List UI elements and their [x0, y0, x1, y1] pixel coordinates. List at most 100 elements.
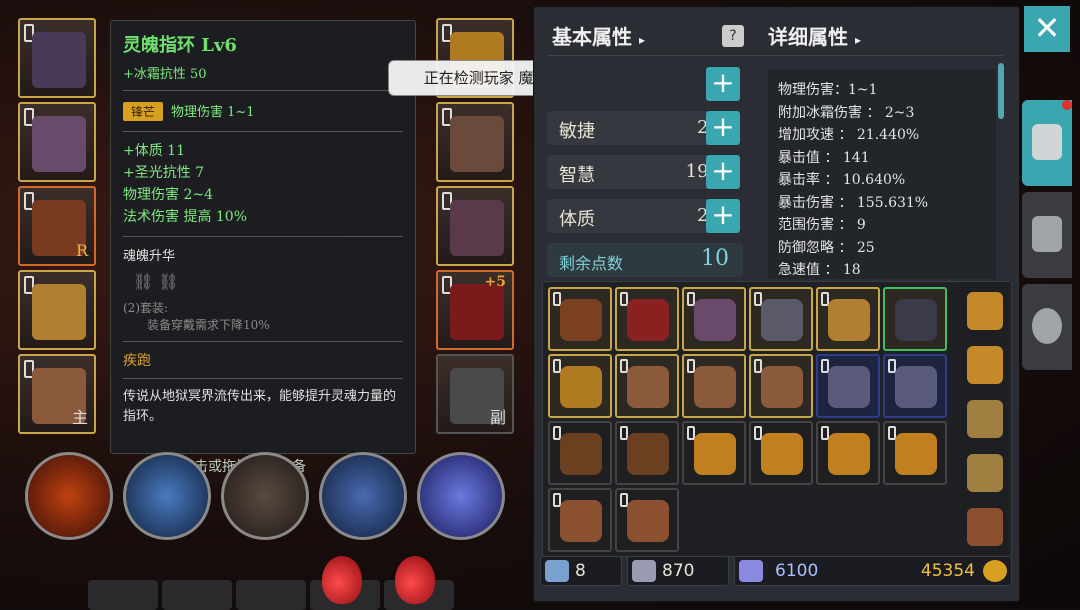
- crystal-icon: [739, 560, 763, 582]
- inventory-grid: [542, 281, 1012, 557]
- quickbar-slot[interactable]: [236, 580, 306, 610]
- item-description: 传说从地狱冥界流传出来，能够提升灵魂力量的指环。: [123, 389, 397, 424]
- pouch-icon: [627, 500, 669, 542]
- skill-lightning-icon[interactable]: [123, 452, 211, 540]
- inventory-slot[interactable]: [548, 287, 612, 351]
- off-hand-tag: 副: [489, 408, 506, 427]
- inventory-slot[interactable]: [749, 287, 813, 351]
- gloves-icon: [450, 116, 504, 172]
- skill-dash-icon[interactable]: [221, 452, 309, 540]
- axe-icon: [895, 366, 937, 408]
- close-button[interactable]: ✕: [1024, 6, 1070, 52]
- weapon-off-slot[interactable]: 副: [436, 354, 514, 434]
- bag-tab[interactable]: [961, 286, 1009, 336]
- staff-icon: [761, 366, 803, 408]
- attribute-panel: 基本属性 ▸ ? 详细属性 ▸ + 敏捷28 + 智慧194 + 体质29 + …: [533, 6, 1020, 602]
- ring-icon: [32, 284, 86, 340]
- affix-tag: 锋芒: [123, 102, 164, 121]
- ring2-slot[interactable]: +5: [436, 270, 514, 350]
- inventory-slot[interactable]: [816, 287, 880, 351]
- ruby-ring-icon: [450, 284, 504, 340]
- inventory-slot[interactable]: [682, 354, 746, 418]
- quickbar-slot[interactable]: [88, 580, 158, 610]
- attribute-line: 法术伤害 提高 10%: [123, 209, 248, 225]
- helmet-icon: [1032, 124, 1062, 160]
- main-hand-tag: 主: [71, 408, 88, 427]
- spear-icon: [627, 433, 669, 475]
- skill-fireball-icon[interactable]: [25, 452, 113, 540]
- helmet-icon: [761, 299, 803, 341]
- inventory-slot[interactable]: [883, 421, 947, 485]
- skill-shield-icon[interactable]: [319, 452, 407, 540]
- bag-tab[interactable]: [961, 340, 1009, 390]
- weapon-main-slot[interactable]: 主: [18, 354, 96, 434]
- pouch-icon: [560, 500, 602, 542]
- affix-attribute: 物理伤害 1~1: [171, 105, 255, 120]
- inventory-slot[interactable]: [615, 354, 679, 418]
- inventory-slot[interactable]: [548, 421, 612, 485]
- add-agility-button[interactable]: +: [706, 111, 740, 145]
- chest-armor-icon: [32, 116, 86, 172]
- currency-counter: 6100 45354: [734, 556, 1012, 586]
- glove-sword-icon: [1032, 216, 1062, 252]
- bag-icon: [761, 433, 803, 475]
- add-constitution-button[interactable]: +: [706, 199, 740, 233]
- stat-wisdom: 智慧 194: [547, 155, 732, 189]
- add-point-button[interactable]: +: [706, 67, 740, 101]
- inventory-slot[interactable]: [816, 354, 880, 418]
- armor-slot[interactable]: R: [18, 186, 96, 266]
- inventory-slot[interactable]: [548, 488, 612, 552]
- bag-tab[interactable]: [961, 502, 1009, 552]
- tab-skills[interactable]: [1022, 192, 1072, 278]
- set-requirement: (2)套装:: [123, 301, 169, 315]
- helmet-icon: [895, 299, 937, 341]
- set-description: 装备穿戴需求下降10%: [147, 318, 270, 332]
- inventory-slot[interactable]: [749, 354, 813, 418]
- inventory-slot[interactable]: [883, 287, 947, 351]
- health-potion-icon[interactable]: [322, 556, 362, 604]
- inventory-slot[interactable]: [816, 421, 880, 485]
- main-attribute: +冰霜抗性 50: [123, 67, 207, 82]
- inventory-slot[interactable]: [682, 287, 746, 351]
- inventory-slot[interactable]: [883, 354, 947, 418]
- remaining-points: 剩余点数 10: [547, 243, 743, 277]
- item-skill: 疾跑: [123, 353, 151, 369]
- tab-settings[interactable]: [1022, 284, 1072, 370]
- attribute-line: 物理伤害 2~4: [123, 187, 213, 203]
- divider: [123, 378, 403, 379]
- divider: [547, 55, 1003, 56]
- item-name: 灵魄指环: [123, 35, 195, 56]
- gloves-slot[interactable]: [436, 102, 514, 182]
- helmet-icon: [32, 32, 86, 88]
- chest-slot[interactable]: [18, 102, 96, 182]
- gear-icon: [1032, 308, 1062, 344]
- ring-icon: [828, 299, 870, 341]
- inventory-slot[interactable]: [682, 421, 746, 485]
- boots-slot[interactable]: [436, 186, 514, 266]
- helmet-slot[interactable]: [18, 18, 96, 98]
- detail-attributes-title[interactable]: 详细属性 ▸: [768, 21, 861, 50]
- staff-icon: [694, 366, 736, 408]
- quickbar-slot[interactable]: [162, 580, 232, 610]
- health-potion-icon[interactable]: [395, 556, 435, 604]
- basic-attributes-title[interactable]: 基本属性 ▸: [552, 21, 645, 50]
- help-icon[interactable]: ?: [722, 25, 744, 47]
- armor-icon: [560, 299, 602, 341]
- inventory-slot[interactable]: [615, 488, 679, 552]
- notification-dot: [1062, 100, 1072, 110]
- divider: [123, 90, 403, 91]
- staff-icon: [627, 366, 669, 408]
- tab-equipment[interactable]: [1022, 100, 1072, 186]
- inventory-slot[interactable]: [615, 287, 679, 351]
- ring-slot[interactable]: [18, 270, 96, 350]
- backpack-icon: [967, 292, 1003, 330]
- bag-tab[interactable]: [961, 394, 1009, 444]
- inventory-slot[interactable]: [749, 421, 813, 485]
- detail-stats-list: 物理伤害：1~1 附加冰霜伤害 ： 2~3 增加攻速 ： 21.440% 暴击值 ：…: [768, 69, 996, 279]
- add-wisdom-button[interactable]: +: [706, 155, 740, 189]
- detail-scrollbar[interactable]: [998, 63, 1004, 119]
- bag-tab[interactable]: [961, 448, 1009, 498]
- inventory-slot[interactable]: [548, 354, 612, 418]
- skill-storm-icon[interactable]: [417, 452, 505, 540]
- inventory-slot[interactable]: [615, 421, 679, 485]
